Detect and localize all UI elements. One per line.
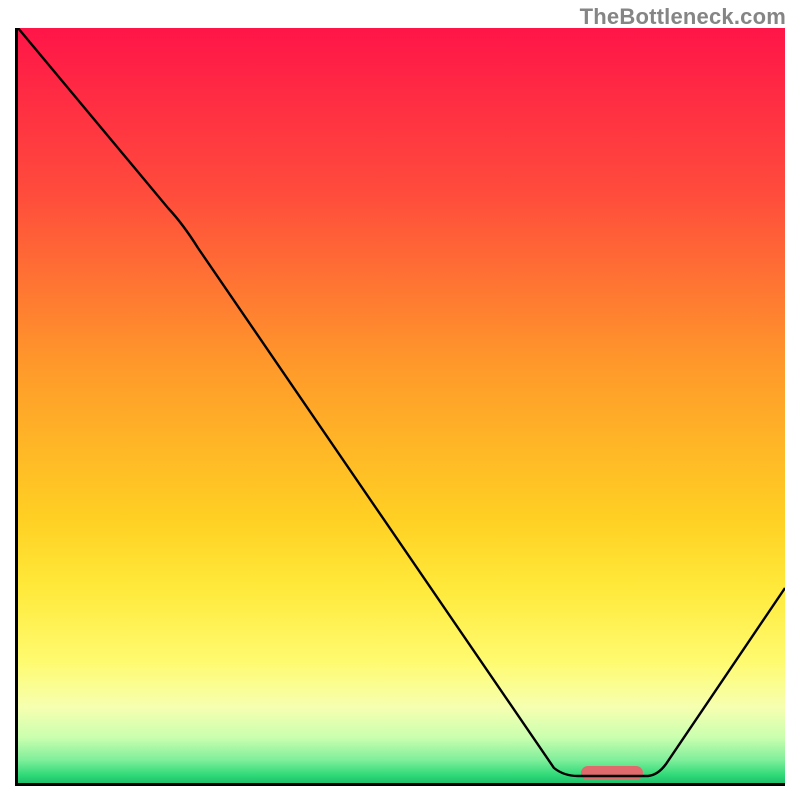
- optimal-marker: [581, 766, 643, 780]
- chart-background-gradient: [18, 28, 785, 783]
- chart-canvas: [18, 28, 785, 783]
- watermark-text: TheBottleneck.com: [580, 4, 786, 30]
